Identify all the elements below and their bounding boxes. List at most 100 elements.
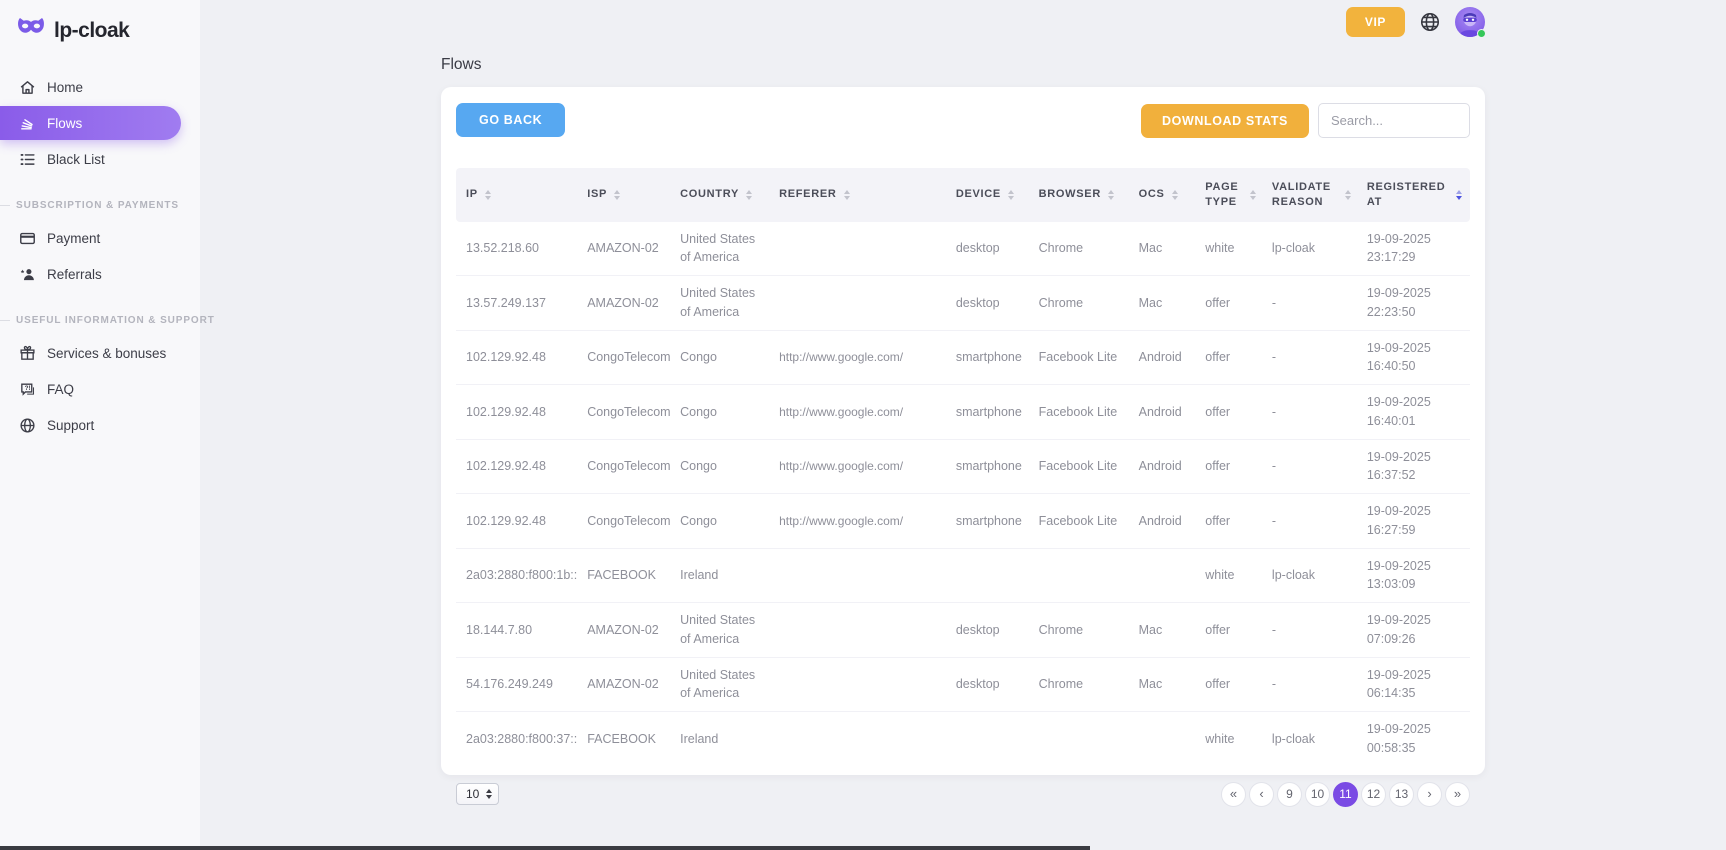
cell-isp: FACEBOOK xyxy=(579,712,672,766)
table-row[interactable]: 102.129.92.48CongoTelecomCongohttp://www… xyxy=(456,494,1470,549)
sidebar-nav: HomeFlowsBlack ListSUBSCRIPTION & PAYMEN… xyxy=(0,70,200,442)
cell-ocs: Mac xyxy=(1131,657,1198,712)
cell-ip: 102.129.92.48 xyxy=(456,439,579,494)
cell-validate-reason: - xyxy=(1264,657,1359,712)
column-header-ip[interactable]: IP xyxy=(456,168,579,222)
prev-page-button[interactable]: ‹ xyxy=(1249,782,1274,807)
payment-icon xyxy=(18,229,36,247)
cell-validate-reason: - xyxy=(1264,603,1359,658)
brand-name: lp-cloak xyxy=(54,19,129,43)
cell-page-type: offer xyxy=(1197,603,1264,658)
flows-card: GO BACK DOWNLOAD STATS IP ISP COUNTRYREFER… xyxy=(441,87,1485,775)
cell-isp: CongoTelecom xyxy=(579,439,672,494)
sort-icon[interactable] xyxy=(485,190,491,200)
table-row[interactable]: 54.176.249.249AMAZON-02United States of … xyxy=(456,657,1470,712)
cell-country: Congo xyxy=(672,494,771,549)
page-button-12[interactable]: 12 xyxy=(1361,782,1386,807)
sidebar-item-faq[interactable]: ?!FAQ xyxy=(0,372,200,406)
sort-icon[interactable] xyxy=(746,190,752,200)
stepper-icon xyxy=(486,789,492,799)
sidebar-item-flows[interactable]: Flows xyxy=(0,106,181,140)
column-header-registered-at[interactable]: REGISTERED AT xyxy=(1359,168,1470,222)
cell-browser: Facebook Lite xyxy=(1031,330,1131,385)
sidebar-item-home[interactable]: Home xyxy=(0,70,200,104)
search-input[interactable] xyxy=(1318,103,1470,138)
sort-icon[interactable] xyxy=(1345,190,1351,200)
sort-icon[interactable] xyxy=(1250,190,1256,200)
column-header-ocs[interactable]: OCS xyxy=(1131,168,1198,222)
page-button-11[interactable]: 11 xyxy=(1333,782,1358,807)
sidebar-item-black-list[interactable]: Black List xyxy=(0,142,200,176)
column-label: ISP xyxy=(587,187,607,202)
table-row[interactable]: 13.57.249.137AMAZON-02United States of A… xyxy=(456,276,1470,331)
cell-registered-at: 19-09-2025 06:14:35 xyxy=(1359,657,1470,712)
sort-icon[interactable] xyxy=(844,190,850,200)
sidebar-item-payment[interactable]: Payment xyxy=(0,221,200,255)
table-row[interactable]: 13.52.218.60AMAZON-02United States of Am… xyxy=(456,222,1470,276)
cell-referer xyxy=(771,603,948,658)
column-header-country[interactable]: COUNTRY xyxy=(672,168,771,222)
support-globe-icon xyxy=(18,416,36,434)
table-header-row: IP ISP COUNTRYREFERERDEVICEBROWSER OCS PAGE … xyxy=(456,168,1470,222)
sort-icon[interactable] xyxy=(1108,190,1114,200)
sidebar-item-support[interactable]: Support xyxy=(0,408,200,442)
cell-validate-reason: lp-cloak xyxy=(1264,548,1359,603)
cell-device xyxy=(948,548,1031,603)
sidebar-item-services-bonuses[interactable]: Services & bonuses xyxy=(0,336,200,370)
next-page-button[interactable]: › xyxy=(1417,782,1442,807)
avatar[interactable] xyxy=(1455,7,1485,37)
last-page-button[interactable]: » xyxy=(1445,782,1470,807)
page-button-9[interactable]: 9 xyxy=(1277,782,1302,807)
sort-icon[interactable] xyxy=(614,190,620,200)
go-back-button[interactable]: GO BACK xyxy=(456,103,565,137)
sort-icon[interactable] xyxy=(1456,190,1462,200)
sidebar-item-label: Flows xyxy=(47,116,82,131)
column-header-referer[interactable]: REFERER xyxy=(771,168,948,222)
cell-page-type: offer xyxy=(1197,330,1264,385)
pagination: «‹910111213›» xyxy=(1221,782,1470,807)
first-page-button[interactable]: « xyxy=(1221,782,1246,807)
svg-text:?!: ?! xyxy=(24,385,30,392)
main-area: VIP xyxy=(200,0,1726,850)
download-stats-button[interactable]: DOWNLOAD STATS xyxy=(1141,104,1309,138)
column-header-validate-reason[interactable]: VALIDATE REASON xyxy=(1264,168,1359,222)
home-icon xyxy=(18,78,36,96)
cell-isp: FACEBOOK xyxy=(579,548,672,603)
cell-device: desktop xyxy=(948,657,1031,712)
table-row[interactable]: 2a03:2880:f800:37::FACEBOOKIrelandwhitel… xyxy=(456,712,1470,766)
page-button-10[interactable]: 10 xyxy=(1305,782,1330,807)
page-button-13[interactable]: 13 xyxy=(1389,782,1414,807)
sidebar: lp-cloak HomeFlowsBlack ListSUBSCRIPTION… xyxy=(0,0,200,850)
table-row[interactable]: 102.129.92.48CongoTelecomCongohttp://www… xyxy=(456,330,1470,385)
cell-referer xyxy=(771,657,948,712)
table-row[interactable]: 102.129.92.48CongoTelecomCongohttp://www… xyxy=(456,439,1470,494)
cell-device: desktop xyxy=(948,222,1031,276)
vip-button[interactable]: VIP xyxy=(1346,7,1405,37)
cell-validate-reason: - xyxy=(1264,494,1359,549)
cell-country: United States of America xyxy=(672,603,771,658)
table-row[interactable]: 102.129.92.48CongoTelecomCongohttp://www… xyxy=(456,385,1470,440)
column-label: OCS xyxy=(1139,187,1165,202)
cell-validate-reason: - xyxy=(1264,385,1359,440)
cell-ocs: Mac xyxy=(1131,276,1198,331)
cell-validate-reason: - xyxy=(1264,276,1359,331)
column-header-page-type[interactable]: PAGE TYPE xyxy=(1197,168,1264,222)
table-row[interactable]: 2a03:2880:f800:1b::FACEBOOKIrelandwhitel… xyxy=(456,548,1470,603)
cell-ip: 18.144.7.80 xyxy=(456,603,579,658)
cell-device: smartphone xyxy=(948,439,1031,494)
sidebar-item-referrals[interactable]: Referrals xyxy=(0,257,200,291)
sort-icon[interactable] xyxy=(1172,190,1178,200)
sort-icon[interactable] xyxy=(1008,190,1014,200)
sidebar-section-useful-information-support: USEFUL INFORMATION & SUPPORT xyxy=(0,315,200,326)
cell-page-type: offer xyxy=(1197,385,1264,440)
column-header-browser[interactable]: BROWSER xyxy=(1031,168,1131,222)
cell-browser: Facebook Lite xyxy=(1031,494,1131,549)
globe-icon[interactable] xyxy=(1418,10,1442,34)
page-size-select[interactable]: 10 xyxy=(456,783,499,805)
column-header-isp[interactable]: ISP xyxy=(579,168,672,222)
cell-browser xyxy=(1031,712,1131,766)
column-header-device[interactable]: DEVICE xyxy=(948,168,1031,222)
table-row[interactable]: 18.144.7.80AMAZON-02United States of Ame… xyxy=(456,603,1470,658)
gift-icon xyxy=(18,344,36,362)
brand-logo[interactable]: lp-cloak xyxy=(0,10,200,48)
